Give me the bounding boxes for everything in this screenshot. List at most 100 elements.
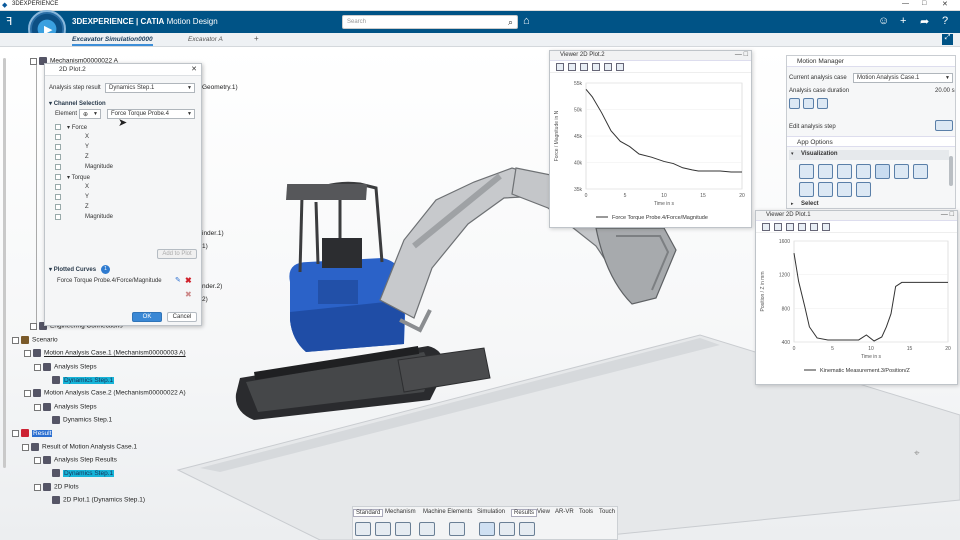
share-icon[interactable]: ➦ [920,15,929,28]
tab-mechanism[interactable]: Mechanism [385,509,416,515]
tree-item-dynamics-step-1[interactable]: Dynamics Step.1 [52,376,115,384]
tree-item-analysis-steps-2[interactable]: Analysis Steps [34,403,97,411]
expand-icon[interactable] [34,456,41,464]
torque-group-label[interactable]: ▾ Torque [67,174,90,181]
visualization-tool-7-icon[interactable] [913,164,928,179]
plotted-curves-header[interactable]: ▾ Plotted Curves [49,266,96,273]
expand-icon[interactable] [30,57,37,65]
force-group-label[interactable]: ▾ Force [67,124,87,131]
tab-simulation[interactable]: Simulation [477,509,505,515]
visualization-tool-2-icon[interactable] [818,164,833,179]
tree-item-step-results[interactable]: Analysis Step Results [34,456,117,464]
visualization-header[interactable]: ▾ Visualization [789,150,949,160]
tab-tools[interactable]: Tools [579,509,593,515]
cut-icon[interactable] [355,522,371,536]
close-icon[interactable]: ✕ [191,65,197,73]
current-case-select[interactable]: Motion Analysis Case.1 ▼ [853,73,953,83]
tab-view[interactable]: View [537,509,550,515]
motion-manager-titlebar[interactable]: Motion Manager [787,56,955,67]
dialog-titlebar[interactable]: 2D Plot.2 ✕ [45,64,201,76]
expand-icon[interactable] [12,429,19,437]
help-icon[interactable]: ? [942,15,948,27]
tag-icon[interactable]: ⌂ [523,15,530,27]
fit-all-icon[interactable] [762,223,770,231]
viewer-titlebar[interactable]: Viewer 2D Plot.1 — □ [756,211,957,221]
delete-icon[interactable]: ✖ [185,276,192,285]
visualization-tool-3-icon[interactable] [837,164,852,179]
force-chart[interactable]: 55k 50k 45k 40k 35k0 5 10 15 20 Time in s Force / … [550,73,751,228]
search-input[interactable]: Search ⌕ [342,15,518,29]
expand-icon[interactable] [24,349,31,357]
user-icon[interactable]: ☺ [878,15,889,27]
tab-excavator-a[interactable]: Excavator A [188,36,223,43]
force-z-checkbox[interactable] [55,154,61,160]
tree-item-case2[interactable]: Motion Analysis Case.2 (Mechanism0000002… [24,389,186,397]
visualization-tool-4-icon[interactable] [856,164,871,179]
torque-checkbox[interactable] [55,174,61,180]
viewer-window-controls[interactable]: — □ [735,51,748,58]
tab-standard[interactable]: Standard [353,509,384,517]
visualization-tool-1-icon[interactable] [799,164,814,179]
minimize-button[interactable]: — [902,0,909,7]
table-icon[interactable] [616,63,624,71]
force-x-checkbox[interactable] [55,134,61,140]
tree-item-dynamics-result[interactable]: Dynamics Step.1 [52,469,115,477]
plotted-curve-item[interactable]: Force Torque Probe.4/Force/Magnitude [57,278,162,284]
tree-scrollbar[interactable] [3,58,6,468]
new-tab-button[interactable]: + [254,34,259,43]
viewer-titlebar[interactable]: Viewer 2D Plot.2 — □ [550,51,751,61]
delete-all-icon[interactable]: ✖ [185,290,192,299]
axis-icon[interactable] [798,223,806,231]
tab-results[interactable]: Results [511,509,538,517]
update-icon[interactable] [449,522,465,536]
expand-icon[interactable] [34,483,41,491]
visualization-tool-9-icon[interactable] [818,182,833,197]
force-y-checkbox[interactable] [55,144,61,150]
add-to-plot-button[interactable]: Add to Plot [157,249,197,259]
tree-item-analysis-steps-1[interactable]: Analysis Steps [34,363,97,371]
maximize-button[interactable]: □ [922,0,926,7]
tab-machine-elements[interactable]: Machine Elements [423,509,472,515]
fit-all-icon[interactable] [556,63,564,71]
undo-icon[interactable] [419,522,435,536]
visualization-tool-6-icon[interactable] [894,164,909,179]
case-tool-1-icon[interactable] [789,98,800,109]
plot-tool-icon[interactable] [479,522,495,536]
legend-icon[interactable] [786,223,794,231]
cancel-button[interactable]: Cancel [167,312,197,322]
visualization-tool-8-icon[interactable] [799,182,814,197]
ds-logo-icon[interactable]: ꟻ [6,15,12,28]
panel-scrollbar[interactable] [949,156,953,186]
edit-step-icon[interactable] [935,120,953,131]
zoom-icon[interactable] [568,63,576,71]
expand-icon[interactable] [34,363,41,371]
expand-icon[interactable] [34,403,41,411]
analysis-step-result-select[interactable]: Dynamics Step.1 ▼ [105,83,195,93]
tab-touch[interactable]: Touch [599,509,615,515]
plot-tool-3-icon[interactable] [519,522,535,536]
expand-icon[interactable] [30,322,37,330]
element-type-select[interactable]: ⊕ ▼ [79,109,101,119]
torque-magnitude-checkbox[interactable] [55,214,61,220]
table-icon[interactable] [822,223,830,231]
add-icon[interactable]: + [900,15,906,27]
expand-icon[interactable] [22,443,29,451]
tab-excavator-simulation[interactable]: Excavator Simulation0000 [72,36,153,46]
tree-item-2d-plots[interactable]: 2D Plots [34,483,79,491]
legend-icon[interactable] [580,63,588,71]
fullscreen-icon[interactable]: ⤢ [942,34,953,45]
zoom-icon[interactable] [774,223,782,231]
ok-button[interactable]: OK [132,312,162,322]
app-options-header[interactable]: App Options [787,136,955,147]
viewer-window-controls[interactable]: — □ [941,211,954,218]
case-tool-2-icon[interactable] [803,98,814,109]
tab-ar-vr[interactable]: AR-VR [555,509,574,515]
settings-icon[interactable] [810,223,818,231]
force-magnitude-checkbox[interactable] [55,164,61,170]
tree-item-result-of-case[interactable]: Result of Motion Analysis Case.1 [22,443,137,451]
torque-z-checkbox[interactable] [55,204,61,210]
force-checkbox[interactable] [55,124,61,130]
search-icon[interactable]: ⌕ [508,17,513,28]
edit-icon[interactable]: ✎ [175,276,181,284]
paste-icon[interactable] [395,522,411,536]
